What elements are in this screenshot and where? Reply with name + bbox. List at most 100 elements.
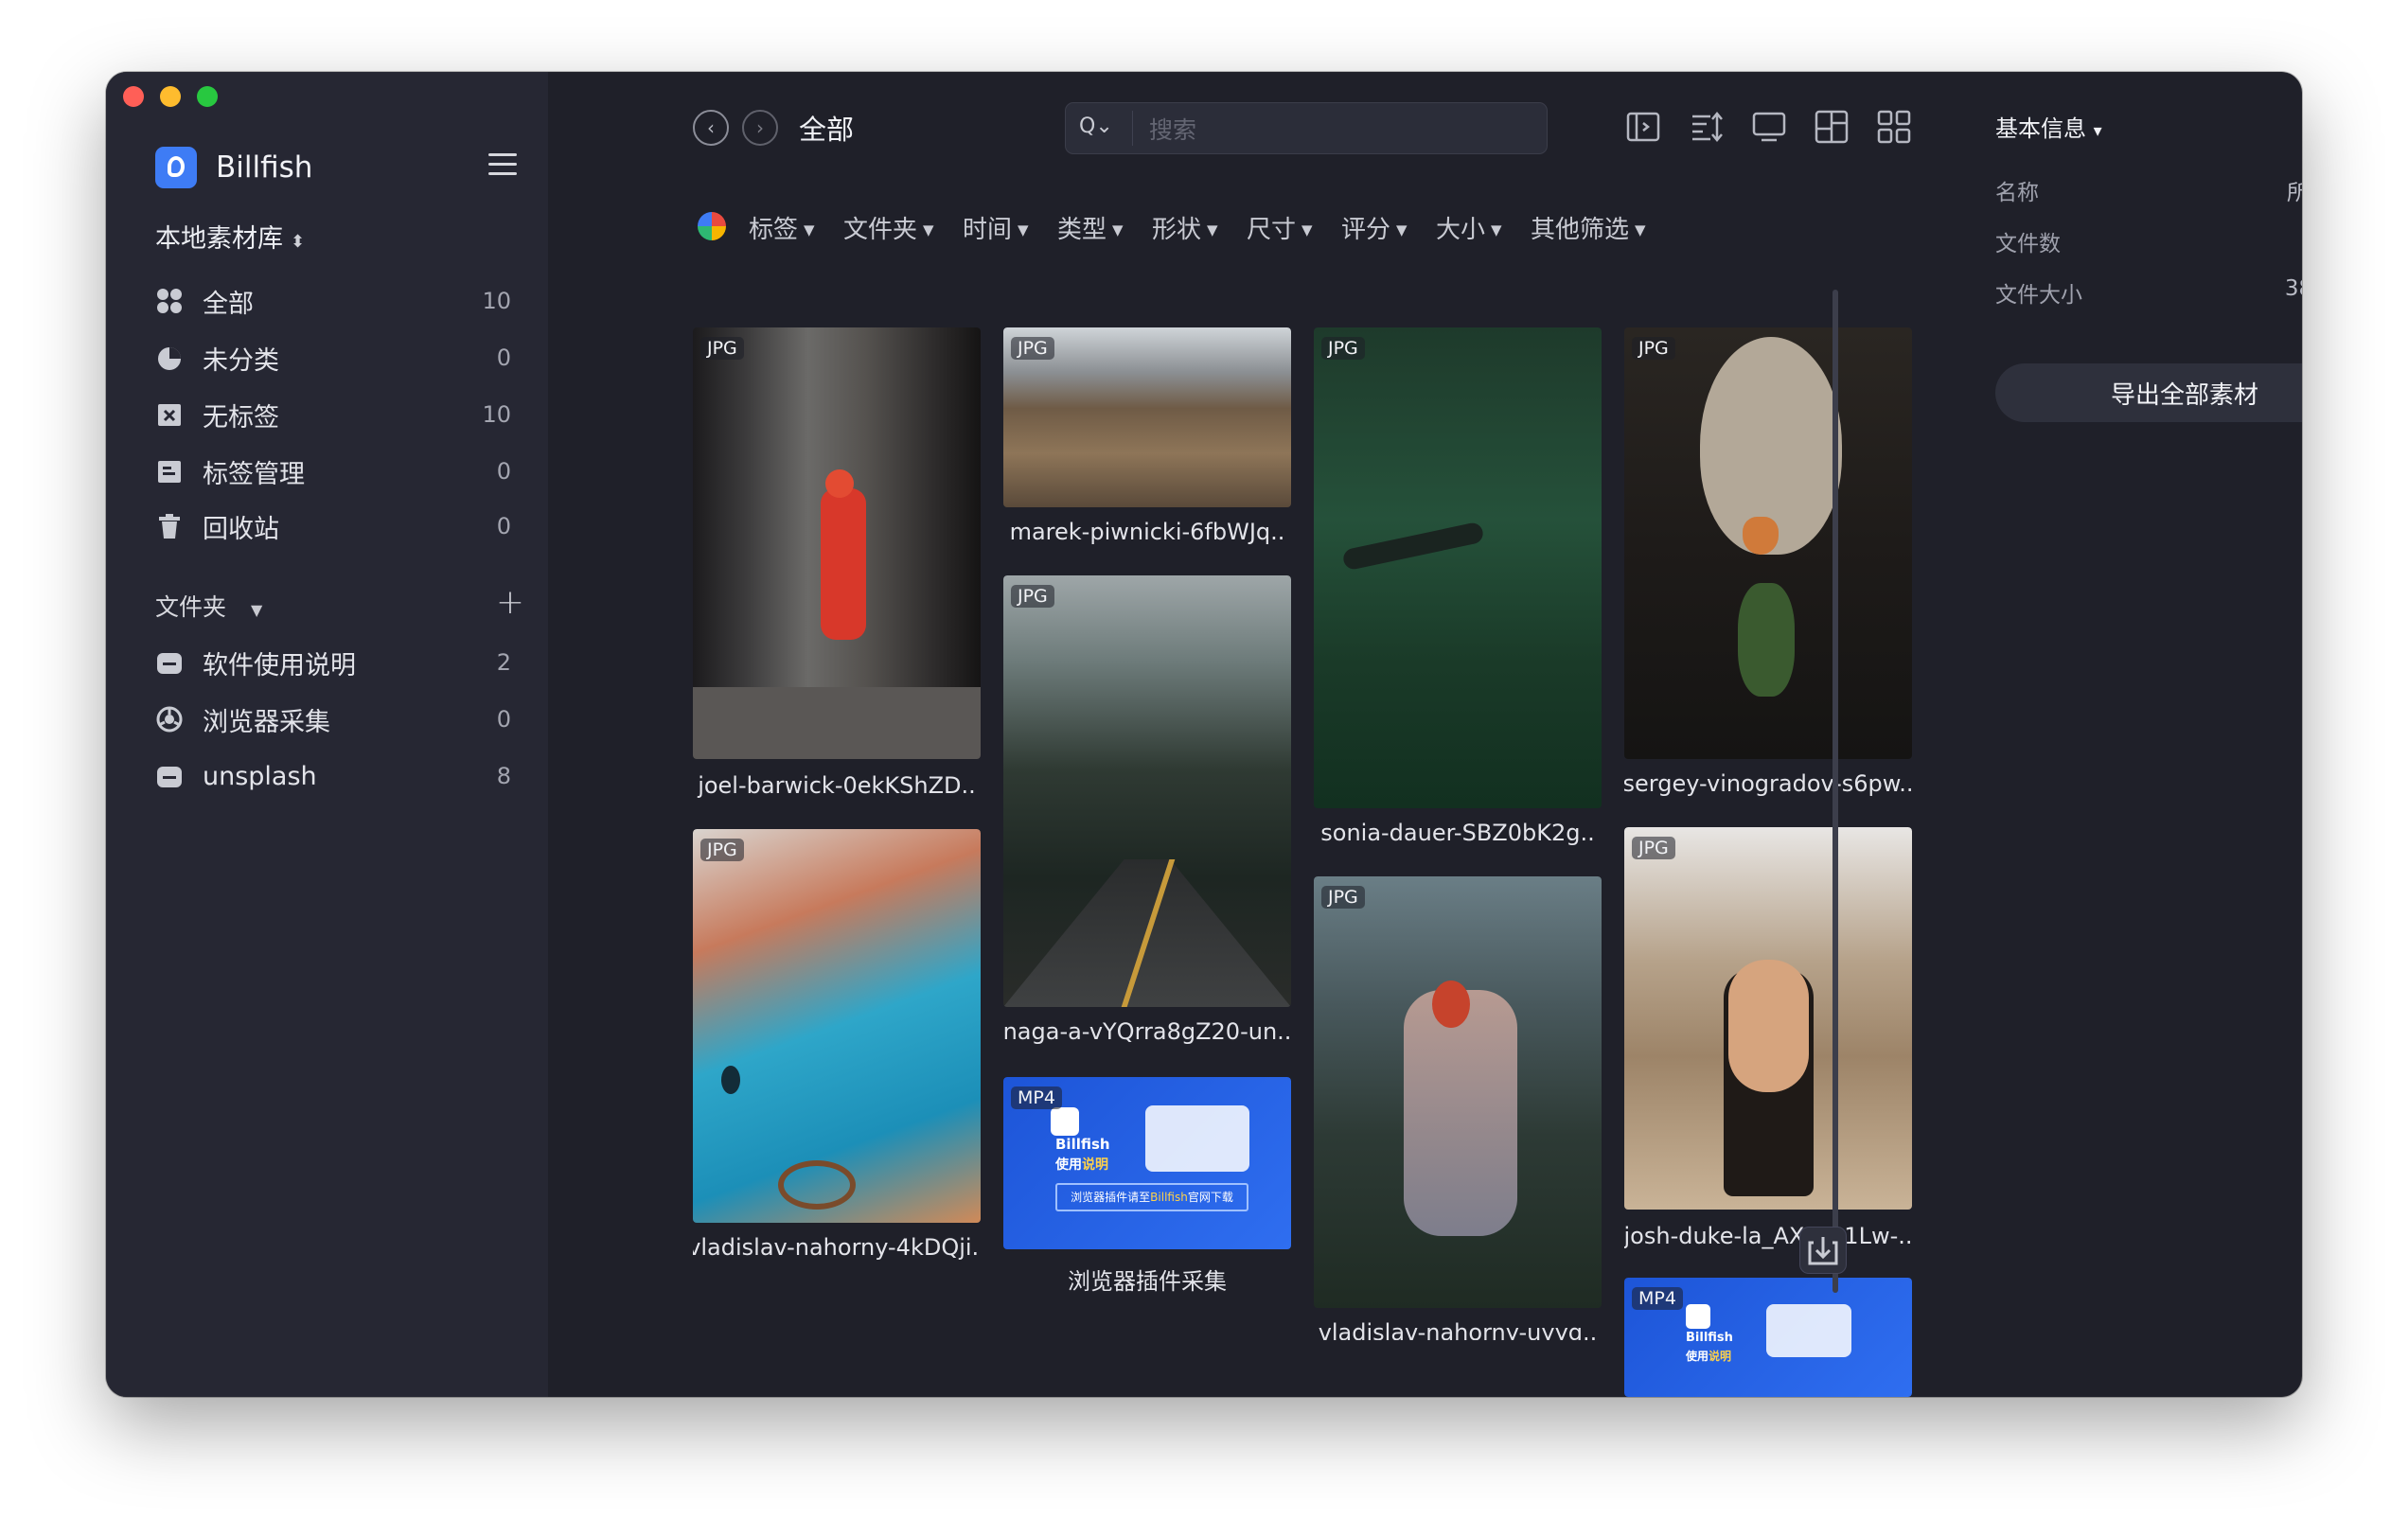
close-window-button[interactable] bbox=[123, 86, 144, 107]
search-icon[interactable]: Q⌄ bbox=[1079, 115, 1121, 141]
asset-caption: vladislav-nahorny-uyyg.. bbox=[1318, 1319, 1598, 1340]
filter-folder[interactable]: 文件夹 ▼ bbox=[843, 210, 934, 245]
inspector-row-count: 文件数10 bbox=[1995, 225, 2302, 257]
sidebar-folder-browser[interactable]: 浏览器采集 0 bbox=[155, 700, 524, 738]
file-type-badge: MP4 bbox=[1632, 1287, 1683, 1310]
file-type-badge: JPG bbox=[1321, 337, 1365, 360]
filter-filesize[interactable]: 大小 ▼ bbox=[1436, 210, 1502, 245]
billfish-logo-icon bbox=[155, 147, 197, 188]
item-count: 0 bbox=[496, 513, 511, 539]
import-download-button[interactable] bbox=[1799, 1227, 1847, 1274]
layout-grid-icon[interactable] bbox=[1875, 108, 1913, 146]
row-label: 文件数 bbox=[1995, 232, 2061, 256]
sort-icon[interactable] bbox=[1688, 108, 1726, 146]
inspector-title[interactable]: 基本信息 ▾ bbox=[1995, 110, 2102, 143]
sidebar-item-label: unsplash bbox=[203, 761, 317, 791]
sidebar-item-all[interactable]: 全部 10 bbox=[155, 282, 524, 320]
asset-thumbnail: Billfish 使用说明 浏览器插件请至Billfish官网下载 MP4 bbox=[1003, 1077, 1291, 1249]
filter-label: 大小 bbox=[1436, 216, 1486, 244]
promo-button: 浏览器插件请至Billfish官网下载 bbox=[1055, 1183, 1248, 1211]
sidebar-item-trash[interactable]: 回收站 0 bbox=[155, 507, 524, 545]
filter-label: 形状 bbox=[1152, 216, 1202, 244]
promo-subtitle-b: 说明 bbox=[1082, 1157, 1108, 1173]
layout-waterfall-icon[interactable] bbox=[1813, 108, 1850, 146]
grid-scrollbar[interactable] bbox=[1833, 290, 1838, 1293]
file-type-badge: JPG bbox=[700, 839, 744, 861]
filter-type[interactable]: 类型 ▼ bbox=[1057, 210, 1124, 245]
browser-icon bbox=[155, 705, 184, 733]
caret-down-icon: ▾ bbox=[2093, 121, 2102, 141]
sidebar-item-label: 软件使用说明 bbox=[203, 650, 356, 680]
asset-card[interactable]: Billfish 使用说明 浏览器插件请至Billfish官网下载 MP4 浏览… bbox=[1003, 1077, 1291, 1304]
asset-card[interactable]: JPG sonia-dauer-SBZ0bK2g.. bbox=[1314, 327, 1602, 857]
search-box[interactable]: Q⌄ bbox=[1065, 102, 1548, 154]
asset-card[interactable]: Billfish 使用说明 MP4 bbox=[1624, 1278, 1912, 1397]
filter-label: 其他筛选 bbox=[1531, 216, 1630, 244]
promo-subtitle-a: 使用 bbox=[1055, 1157, 1082, 1173]
sidebar-item-label: 未分类 bbox=[203, 345, 279, 376]
asset-card[interactable]: JPG josh-duke-la_AX_T41Lw-.. bbox=[1624, 827, 1912, 1272]
filter-label: 标签 bbox=[749, 216, 799, 244]
filter-rating[interactable]: 评分 ▼ bbox=[1341, 210, 1408, 245]
sidebar-item-label: 无标签 bbox=[203, 402, 279, 433]
asset-caption: 浏览器插件采集 bbox=[1068, 1268, 1227, 1295]
filter-time[interactable]: 时间 ▼ bbox=[963, 210, 1029, 245]
trash-icon bbox=[155, 512, 184, 540]
asset-card[interactable]: JPG vladislav-nahorny-uyyg.. bbox=[1314, 876, 1602, 1340]
asset-card[interactable]: JPG vladislav-nahorny-4kDQji.. bbox=[693, 829, 981, 1274]
filter-shape[interactable]: 形状 ▼ bbox=[1152, 210, 1218, 245]
library-switcher[interactable]: 本地素材库 ⬍ bbox=[155, 218, 305, 255]
sidebar-item-label: 标签管理 bbox=[203, 459, 305, 489]
forward-button[interactable]: › bbox=[742, 110, 778, 146]
filter-label: 评分 bbox=[1341, 216, 1391, 244]
back-button[interactable]: ‹ bbox=[693, 110, 729, 146]
asset-thumbnail: JPG bbox=[693, 327, 981, 759]
asset-thumbnail: Billfish 使用说明 MP4 bbox=[1624, 1278, 1912, 1397]
asset-caption: sonia-dauer-SBZ0bK2g.. bbox=[1320, 820, 1595, 846]
filter-tags[interactable]: 标签 ▼ bbox=[749, 210, 815, 245]
minimize-window-button[interactable] bbox=[160, 86, 181, 107]
folders-header[interactable]: 文件夹 ▼ + bbox=[155, 583, 524, 623]
promo-subtitle: 使用说明 bbox=[1055, 1155, 1108, 1174]
export-all-button[interactable]: 导出全部素材 bbox=[1995, 363, 2302, 422]
promo-subtitle-b: 说明 bbox=[1709, 1350, 1732, 1363]
file-type-badge: JPG bbox=[1632, 837, 1675, 859]
chevron-down-icon[interactable]: ▼ bbox=[251, 601, 262, 619]
file-type-badge: JPG bbox=[1011, 337, 1054, 360]
file-type-badge: JPG bbox=[1011, 585, 1054, 608]
asset-card[interactable]: JPG naga-a-vYQrra8gZ20-un.. bbox=[1003, 575, 1291, 1068]
search-input[interactable] bbox=[1147, 113, 1530, 147]
asset-thumbnail: JPG bbox=[1003, 575, 1291, 1007]
filter-other[interactable]: 其他筛选 ▼ bbox=[1531, 210, 1646, 245]
updown-chevron-icon: ⬍ bbox=[291, 232, 306, 252]
row-value: 所有素材 bbox=[2287, 181, 2302, 205]
preview-mode-icon[interactable] bbox=[1750, 108, 1788, 146]
asset-card[interactable]: JPG joel-barwick-0ekKShZD.. bbox=[693, 327, 981, 820]
color-filter-icon[interactable] bbox=[698, 212, 726, 240]
sidebar-folder-manual[interactable]: 软件使用说明 2 bbox=[155, 644, 524, 681]
pie-icon bbox=[155, 344, 184, 372]
chart-illustration-icon bbox=[1145, 1105, 1249, 1172]
folders-label: 文件夹 bbox=[155, 593, 227, 621]
inspector-row-size: 文件大小 38.9 MB bbox=[1995, 276, 2302, 309]
app-window: Billfish 本地素材库 ⬍ 全部 10 未分类 0 无标签 10 标签管理… bbox=[106, 72, 2302, 1397]
filter-label: 类型 bbox=[1057, 216, 1107, 244]
sidebar-item-untagged[interactable]: 无标签 10 bbox=[155, 396, 524, 433]
asset-card[interactable]: JPG sergey-vinogradov-s6pw.. bbox=[1624, 327, 1912, 820]
zoom-window-button[interactable] bbox=[197, 86, 218, 107]
add-folder-icon[interactable]: + bbox=[496, 583, 524, 622]
item-count: 0 bbox=[496, 458, 511, 485]
asset-card[interactable]: JPG marek-piwnicki-6fbWJq.. bbox=[1003, 327, 1291, 564]
folder-icon bbox=[155, 762, 184, 790]
toggle-sidebar-icon[interactable] bbox=[1624, 108, 1662, 146]
item-count: 0 bbox=[496, 344, 511, 371]
sidebar-folder-unsplash[interactable]: unsplash 8 bbox=[155, 757, 524, 795]
asset-thumbnail: JPG bbox=[1624, 827, 1912, 1210]
promo-button-b: Billfish bbox=[1150, 1191, 1188, 1204]
main-panel: ‹ › 全部 Q⌄ 标签▼ 文件夹▼ 时间▼ 类型▼ 形状▼ 尺寸▼ 评 bbox=[548, 72, 1944, 1397]
filter-size[interactable]: 尺寸 ▼ bbox=[1247, 210, 1313, 245]
asset-caption: sergey-vinogradov-s6pw.. bbox=[1624, 770, 1912, 797]
hamburger-menu-icon[interactable] bbox=[488, 153, 517, 176]
sidebar-item-tag-manage[interactable]: 标签管理 0 bbox=[155, 452, 524, 490]
sidebar-item-uncategorized[interactable]: 未分类 0 bbox=[155, 339, 524, 377]
